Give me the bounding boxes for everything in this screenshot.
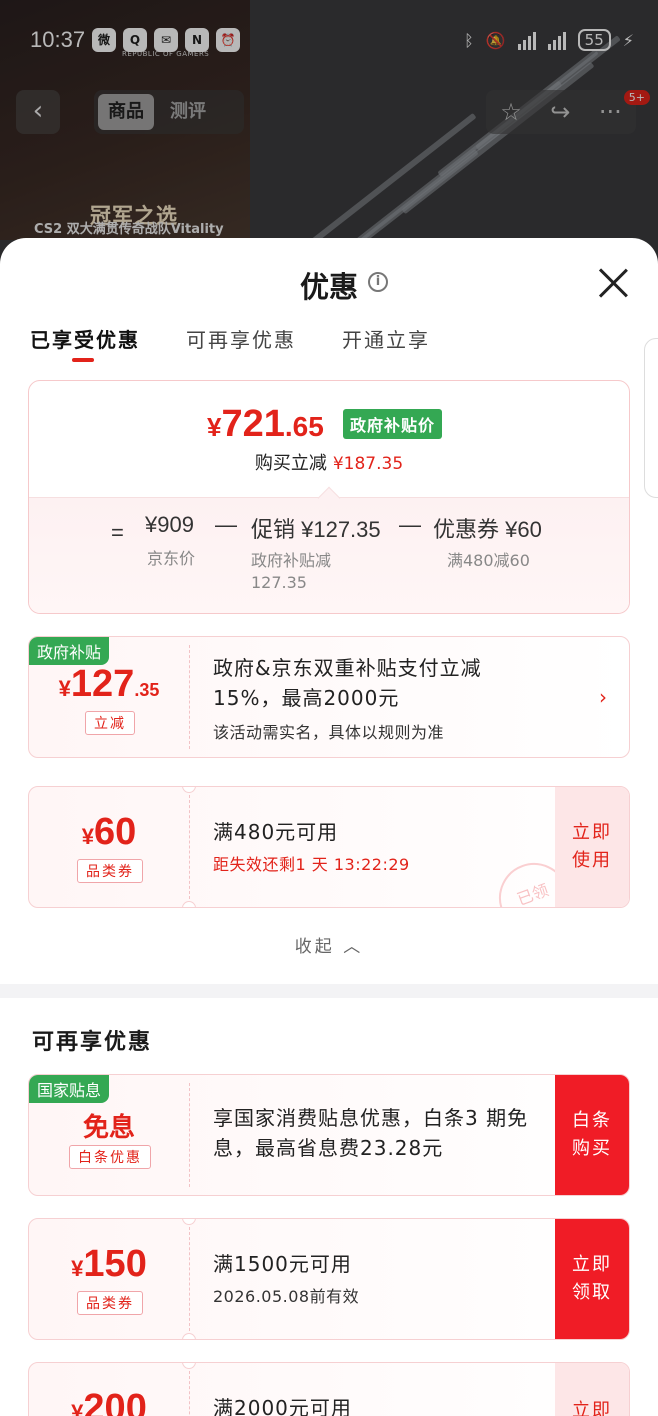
jd-price-label: 京东价 <box>147 549 196 568</box>
offer-value: ¥127.35 <box>58 663 160 705</box>
minus-sign-2: — <box>399 512 421 537</box>
offer-chip: 白条优惠 <box>69 1145 151 1169</box>
coupon-200[interactable]: ¥200 满2000元可用 立即 <box>28 1362 630 1416</box>
side-pull-handle[interactable] <box>644 338 658 498</box>
promo-amount-label: 政府补贴减 127.35 <box>251 551 332 592</box>
jd-price: ¥909 <box>145 512 194 537</box>
section-divider <box>0 984 658 998</box>
coupon-value: ¥200 <box>71 1387 147 1416</box>
info-icon[interactable]: i <box>368 272 388 292</box>
offer-value: 免息 <box>82 1112 135 1142</box>
claim-now-button[interactable]: 立即领取 <box>555 1219 629 1339</box>
coupon-countdown: 距失效还剩1 天 13:22:29 <box>213 855 410 874</box>
more-offers-title: 可再享优惠 <box>32 1030 153 1055</box>
interest-free-offer[interactable]: 国家贴息 免息 白条优惠 享国家消费贴息优惠，白条3 期免息，最高省息费23.2… <box>28 1074 630 1196</box>
gov-subsidy-tag: 政府补贴价 <box>343 409 443 439</box>
coupon-amount-label: 满480减60 <box>447 551 530 570</box>
tab-more-available[interactable]: 可再享优惠 <box>186 324 296 353</box>
total-reduction: 购买立减 ¥187.35 <box>254 453 404 474</box>
collapse-label: 收起 <box>294 937 335 957</box>
chevron-right-icon[interactable]: › <box>599 685 607 709</box>
coupon-amount: 优惠券 ¥60 <box>433 517 542 542</box>
minus-sign: — <box>215 512 237 537</box>
tab-enjoyed[interactable]: 已享受优惠 <box>30 324 140 362</box>
coupon-60[interactable]: ¥60 品类券 满480元可用 距失效还剩1 天 13:22:29 已领 立即使… <box>28 786 630 908</box>
coupon-value: ¥60 <box>81 811 137 853</box>
tab-activate[interactable]: 开通立享 <box>342 324 430 353</box>
offer-note: 该活动需实名，具体以规则为准 <box>213 723 445 742</box>
coupon-150[interactable]: ¥150 品类券 满1500元可用 2026.05.08前有效 立即领取 <box>28 1218 630 1340</box>
discount-tabs: 已享受优惠 可再享优惠 开通立享 <box>30 324 430 362</box>
discount-sheet: 优惠 i 已享受优惠 可再享优惠 开通立享 ¥721.65 政府补贴价 购买立减… <box>0 238 658 1416</box>
use-now-button[interactable]: 立即使用 <box>555 787 629 907</box>
coupon-condition: 满1500元可用 <box>213 1252 352 1276</box>
price-breakdown: = ¥909 京东价 — 促销 ¥127.35 政府补贴减 127.35 — 优… <box>29 486 629 613</box>
claim-button[interactable]: 立即 <box>555 1363 629 1416</box>
baitiao-buy-button[interactable]: 白条购买 <box>555 1075 629 1195</box>
sheet-title: 优惠 <box>299 270 358 304</box>
offer-tag: 国家贴息 <box>29 1075 110 1103</box>
price-summary-card: ¥721.65 政府补贴价 购买立减 ¥187.35 = ¥909 京东价 — 促… <box>28 380 630 614</box>
coupon-value: ¥150 <box>71 1243 147 1285</box>
coupon-condition: 满480元可用 <box>213 820 339 844</box>
close-icon[interactable] <box>598 268 628 298</box>
collapse-button[interactable]: 收起 ︿ <box>0 932 658 957</box>
coupon-condition: 满2000元可用 <box>213 1396 352 1416</box>
offer-description: 政府&京东双重补贴支付立减 15%，最高2000元 <box>213 656 482 710</box>
coupon-chip: 品类券 <box>77 1291 143 1315</box>
coupon-expiry: 2026.05.08前有效 <box>213 1287 360 1306</box>
equals-sign: = <box>111 520 124 545</box>
offer-description: 享国家消费贴息优惠，白条3 期免息，最高省息费23.28元 <box>213 1106 529 1160</box>
offer-chip: 立减 <box>85 711 135 735</box>
offer-tag: 政府补贴 <box>29 637 110 665</box>
final-price: ¥721.65 <box>207 403 324 445</box>
coupon-chip: 品类券 <box>77 859 143 883</box>
chevron-up-icon: ︿ <box>334 937 364 957</box>
gov-subsidy-offer[interactable]: 政府补贴 ¥127.35 立减 政府&京东双重补贴支付立减 15%，最高2000… <box>28 636 630 758</box>
promo-amount: 促销 ¥127.35 <box>251 517 381 542</box>
